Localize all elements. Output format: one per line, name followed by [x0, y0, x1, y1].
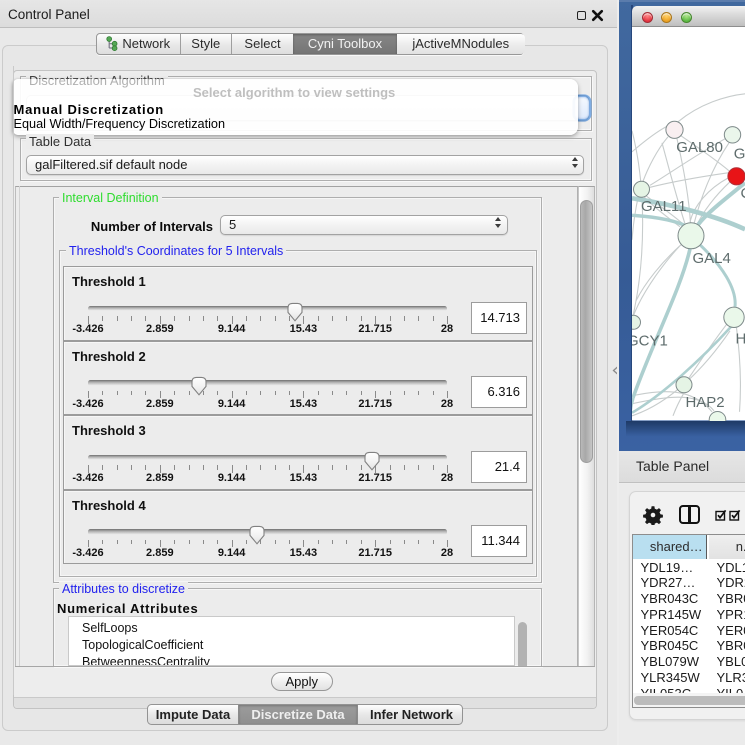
svg-text:GAL80: GAL80: [676, 139, 723, 156]
svg-text:GA: GA: [734, 145, 745, 162]
svg-text:GAL11: GAL11: [641, 198, 687, 215]
svg-text:GCY1: GCY1: [632, 332, 668, 349]
svg-text:C: C: [740, 185, 745, 202]
svg-text:GAL4: GAL4: [692, 250, 730, 267]
svg-text:H: H: [735, 330, 745, 347]
svg-text:HAP2: HAP2: [686, 394, 725, 411]
